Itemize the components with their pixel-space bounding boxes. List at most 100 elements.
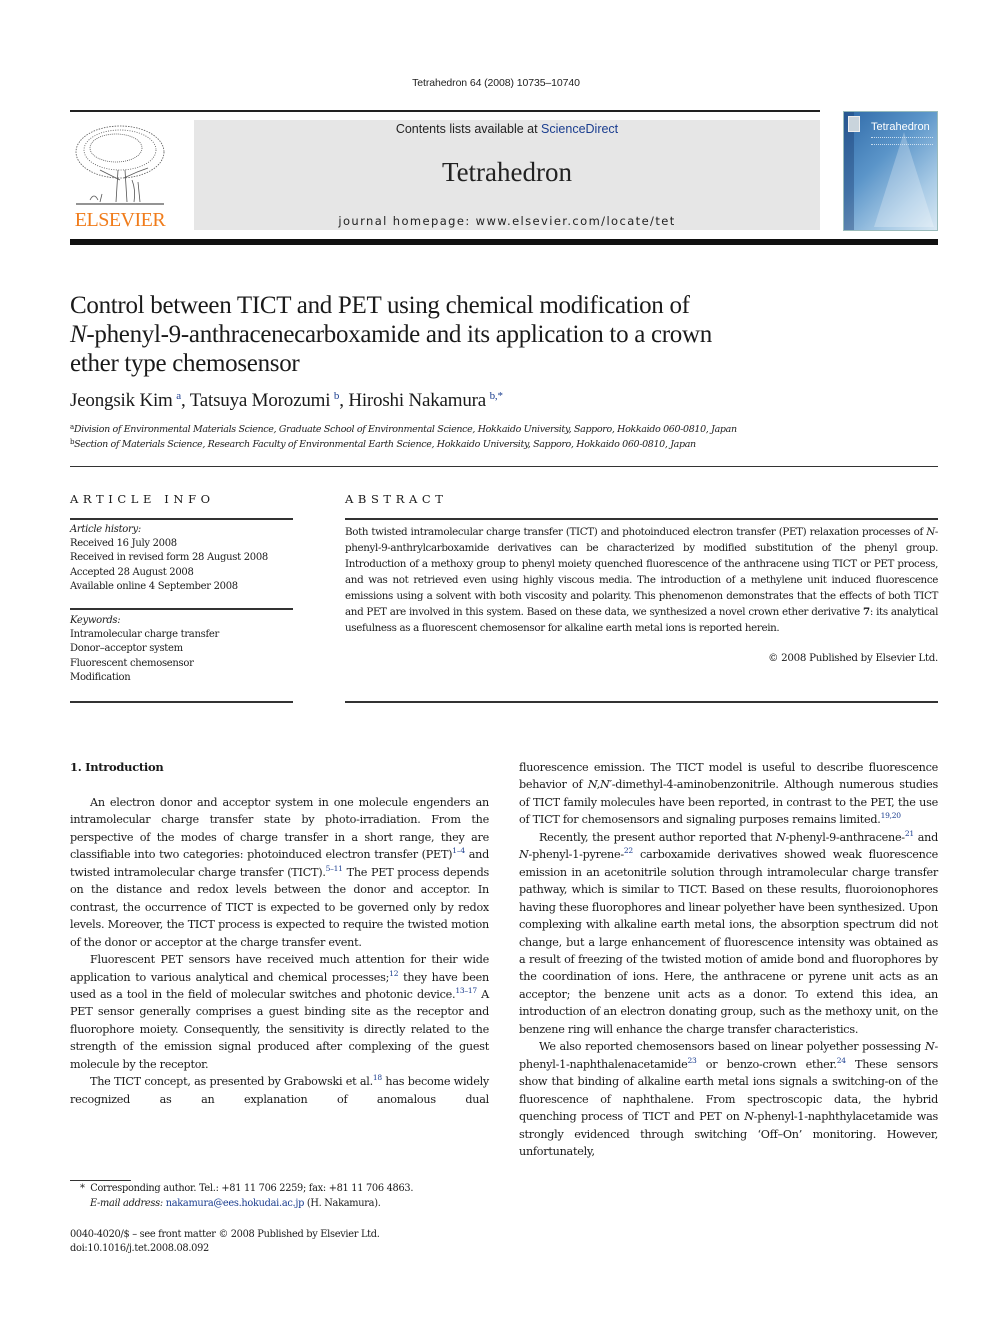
author-affiliation-mark[interactable]: a — [176, 390, 181, 402]
cover-shard — [874, 132, 934, 227]
journal-title[interactable]: Tetrahedron — [194, 157, 820, 188]
keywords: Keywords: Intramolecular charge transfer… — [70, 614, 293, 685]
cover-elsevier-icon — [848, 116, 860, 132]
paragraph: fluorescence emission. The TICT model is… — [519, 759, 938, 829]
article-history: Article history: Received 16 July 2008 R… — [70, 523, 293, 594]
header-rule — [70, 110, 820, 112]
title-italic-n: N — [70, 321, 87, 348]
keyword-item[interactable]: Donor–acceptor system — [70, 642, 293, 656]
journal-citation: Tetrahedron 64 (2008) 10735–10740 — [412, 77, 580, 89]
reference-link[interactable]: 23 — [687, 1056, 696, 1065]
affiliation-text: Section of Materials Science, Research F… — [74, 439, 696, 450]
affiliation-a: aDivision of Environmental Materials Sci… — [70, 423, 737, 435]
abstract-part: Both twisted intramolecular charge trans… — [345, 526, 927, 538]
divider — [345, 701, 938, 703]
contents-prefix: Contents lists available at — [395, 122, 542, 136]
author-name[interactable]: Tatsuya Morozumi — [190, 390, 331, 411]
journal-homepage-link[interactable]: journal homepage: www.elsevier.com/locat… — [194, 214, 820, 228]
title-line-2-rest: -phenyl-9-anthracenecarboxamide and its … — [86, 321, 712, 348]
reference-link[interactable]: 19,20 — [881, 811, 901, 820]
article-title: Control between TICT and PET using chemi… — [70, 291, 830, 378]
reference-link[interactable]: 18 — [373, 1073, 382, 1082]
history-item: Accepted 28 August 2008 — [70, 566, 194, 578]
text: We also reported chemosensors based on l… — [539, 1040, 925, 1054]
email-note: E-mail address: nakamura@ees.hokudai.ac.… — [90, 1198, 381, 1209]
reference-link[interactable]: 1–4 — [452, 846, 465, 855]
abstract-copyright: © 2008 Published by Elsevier Ltd. — [768, 652, 938, 664]
reference-link[interactable]: 22 — [624, 846, 633, 855]
email-suffix: (H. Nakamura). — [304, 1198, 381, 1209]
text: -phenyl-1-pyrene- — [528, 848, 625, 862]
abstract-italic: N — [926, 526, 935, 538]
journal-cover-image[interactable]: Tetrahedron — [843, 111, 938, 231]
section-heading-introduction: 1. Introduction — [70, 760, 164, 774]
keyword-item[interactable]: Intramolecular charge transfer — [70, 628, 293, 642]
text: Recently, the present author reported th… — [539, 830, 776, 844]
author-affiliation-mark[interactable]: b — [334, 390, 340, 402]
abstract-text: Both twisted intramolecular charge trans… — [345, 524, 938, 636]
contents-line: Contents lists available at ScienceDirec… — [194, 122, 820, 136]
reference-link[interactable]: 24 — [837, 1056, 846, 1065]
abstract-heading: ABSTRACT — [345, 492, 448, 506]
keyword-item[interactable]: Modification — [70, 671, 293, 685]
paragraph: Recently, the present author reported th… — [519, 829, 938, 1038]
divider — [70, 701, 293, 703]
footnote-rule — [70, 1180, 131, 1181]
body-column-right: fluorescence emission. The TICT model is… — [519, 759, 938, 1160]
footnote-marker: * — [80, 1183, 85, 1194]
footnote-text: Corresponding author. Tel.: +81 11 706 2… — [90, 1183, 414, 1194]
reference-link[interactable]: 12 — [389, 969, 398, 978]
divider — [70, 518, 293, 520]
cover-subtitle-lines — [871, 137, 933, 145]
elsevier-logo[interactable]: ELSEVIER — [70, 120, 170, 232]
journal-banner: Contents lists available at ScienceDirec… — [194, 120, 820, 230]
sciencedirect-link[interactable]: ScienceDirect — [541, 122, 618, 136]
divider — [70, 466, 938, 467]
paragraph: An electron donor and acceptor system in… — [70, 794, 489, 951]
italic-text: N,N′ — [587, 778, 612, 792]
reference-link[interactable]: 21 — [905, 829, 914, 838]
author-name[interactable]: Hiroshi Nakamura — [348, 390, 486, 411]
history-item: Received in revised form 28 August 2008 — [70, 552, 268, 564]
keyword-item[interactable]: Fluorescent chemosensor — [70, 657, 293, 671]
paragraph: We also reported chemosensors based on l… — [519, 1038, 938, 1160]
article-info-heading: ARTICLE INFO — [70, 492, 215, 506]
body-column-left: An electron donor and acceptor system in… — [70, 794, 489, 1108]
divider — [70, 608, 293, 610]
author-name[interactable]: Jeongsik Kim — [70, 390, 173, 411]
reference-link[interactable]: 13–17 — [455, 986, 477, 995]
title-line-1: Control between TICT and PET using chemi… — [70, 292, 690, 319]
elsevier-tree-icon — [75, 125, 165, 205]
history-item: Available online 4 September 2008 — [70, 580, 238, 592]
email-link[interactable]: nakamura@ees.hokudai.ac.jp — [166, 1198, 305, 1209]
text: carboxamide derivatives showed weak fluo… — [519, 848, 938, 1036]
corresponding-author-note: * Corresponding author. Tel.: +81 11 706… — [80, 1183, 413, 1194]
paragraph: Fluorescent PET sensors have received mu… — [70, 951, 489, 1073]
reference-link[interactable]: 5–11 — [326, 864, 343, 873]
title-line-3: ether type chemosensor — [70, 350, 300, 377]
text: The TICT concept, as presented by Grabow… — [90, 1075, 373, 1089]
author-affiliation-mark[interactable]: b,* — [490, 390, 503, 402]
text: An electron donor and acceptor system in… — [70, 796, 489, 862]
text: -phenyl-9-anthracene- — [785, 830, 905, 844]
italic-text: N — [744, 1110, 754, 1124]
text: and — [913, 830, 939, 844]
issn-line: 0040-4020/$ – see front matter © 2008 Pu… — [70, 1229, 380, 1240]
abstract-part: -phenyl-9-anthrylcarboxamide derivatives… — [345, 526, 938, 618]
author-list: Jeongsik Kim a, Tatsuya Morozumi b, Hiro… — [70, 390, 503, 411]
article-history-label: Article history: — [70, 524, 141, 535]
history-item: Received 16 July 2008 — [70, 538, 177, 550]
text: or benzo-crown ether. — [696, 1057, 837, 1071]
doi-link[interactable]: doi:10.1016/j.tet.2008.08.092 — [70, 1243, 209, 1254]
affiliation-b: bSection of Materials Science, Research … — [70, 438, 696, 450]
title-line-2: N-phenyl-9-anthracenecarboxamide and its… — [70, 320, 830, 349]
header-thick-rule — [70, 239, 938, 245]
affiliation-text: Division of Environmental Materials Scie… — [73, 424, 737, 435]
paragraph: The TICT concept, as presented by Grabow… — [70, 1073, 489, 1108]
keywords-label: Keywords: — [70, 615, 121, 626]
elsevier-wordmark: ELSEVIER — [74, 209, 166, 231]
divider — [345, 518, 938, 520]
cover-title: Tetrahedron — [871, 121, 930, 133]
email-label: E-mail address: — [90, 1198, 163, 1209]
compound-number: 7 — [863, 606, 870, 618]
